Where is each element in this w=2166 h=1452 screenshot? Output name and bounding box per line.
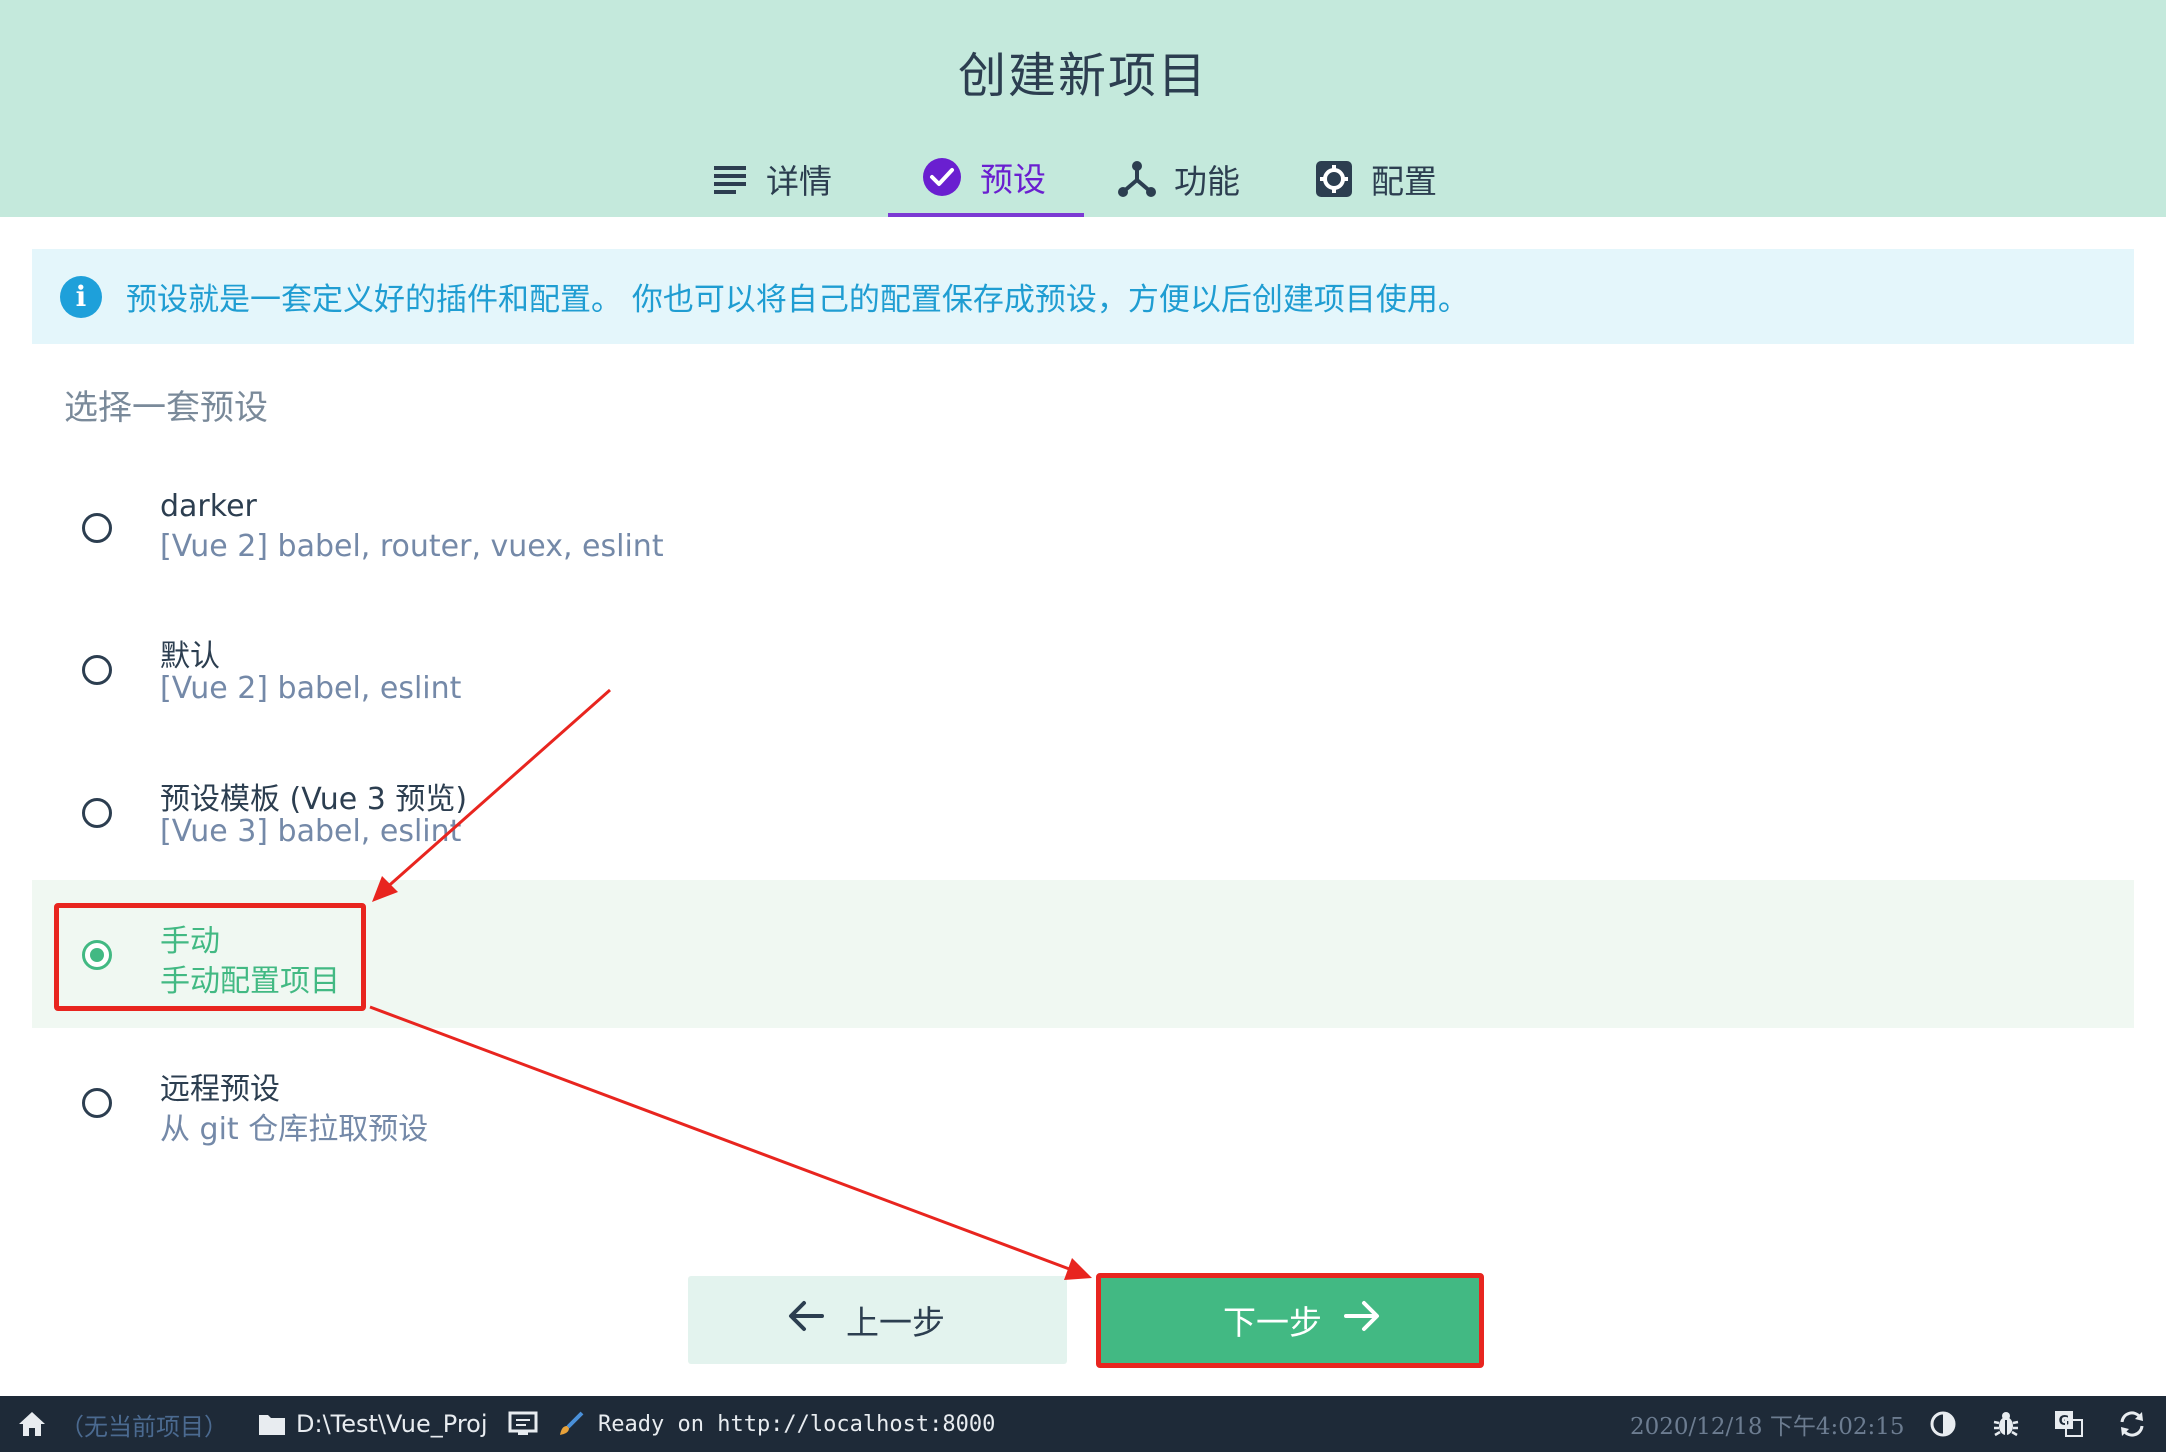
step-tabs: 详情 预设 功能 配置	[0, 140, 2166, 217]
preset-name: 远程预设	[160, 1072, 280, 1107]
tab-config[interactable]: 配置	[1315, 140, 1465, 217]
next-step-label: 下一步	[1223, 1303, 1322, 1342]
folder-icon[interactable]	[258, 1396, 286, 1452]
header: 创建新项目 详情 预设 功能 配置	[0, 0, 2166, 217]
page-title: 创建新项目	[957, 48, 1208, 104]
log-message[interactable]: Ready on http://localhost:8000	[598, 1396, 995, 1452]
tab-features[interactable]: 功能	[1118, 140, 1268, 217]
preset-option-default[interactable]: 默认 [Vue 2] babel, eslint	[32, 595, 2134, 743]
radio-button[interactable]	[82, 513, 112, 543]
preset-name: 手动	[160, 924, 220, 959]
info-icon: i	[60, 275, 102, 318]
preset-option-vue3-template[interactable]: 预设模板 (Vue 3 预览) [Vue 3] babel, eslint	[32, 738, 2134, 886]
previous-step-button[interactable]: 上一步	[688, 1276, 1067, 1364]
tab-label: 功能	[1174, 161, 1240, 201]
info-banner: i 预设就是一套定义好的插件和配置。 你也可以将自己的配置保存成预设，方便以后创…	[32, 249, 2134, 344]
preset-option-remote[interactable]: 远程预设 从 git 仓库拉取预设	[32, 1028, 2134, 1176]
bug-icon[interactable]	[1992, 1396, 2020, 1452]
info-text: 预设就是一套定义好的插件和配置。 你也可以将自己的配置保存成预设，方便以后创建项…	[126, 282, 1469, 318]
project-path[interactable]: D:\Test\Vue_Proj	[296, 1396, 488, 1452]
tab-label: 详情	[766, 161, 832, 201]
status-bar: （无当前项目） D:\Test\Vue_Proj Ready on http:/…	[0, 1396, 2166, 1452]
refresh-icon[interactable]	[2118, 1396, 2146, 1452]
preset-desc: [Vue 3] babel, eslint	[160, 814, 462, 849]
check-circle-icon	[922, 157, 962, 197]
radio-button[interactable]	[82, 655, 112, 685]
preset-name: darker	[160, 489, 257, 524]
console-icon[interactable]	[508, 1396, 538, 1452]
next-step-button[interactable]: 下一步	[1099, 1276, 1482, 1364]
preset-option-manual[interactable]: 手动 手动配置项目	[32, 880, 2134, 1028]
tab-label: 预设	[980, 159, 1046, 199]
preset-option-darker[interactable]: darker [Vue 2] babel, router, vuex, esli…	[32, 453, 2134, 601]
preset-desc: 从 git 仓库拉取预设	[160, 1112, 429, 1147]
tab-presets[interactable]: 预设	[888, 140, 1084, 217]
brush-icon	[558, 1396, 584, 1452]
tab-details[interactable]: 详情	[712, 140, 862, 217]
preset-desc: 手动配置项目	[160, 964, 340, 999]
preset-name: 预设模板 (Vue 3 预览)	[160, 782, 468, 817]
dark-mode-icon[interactable]	[1930, 1396, 1956, 1452]
gear-icon	[1315, 160, 1353, 198]
tab-label: 配置	[1371, 161, 1437, 201]
radio-button[interactable]	[82, 940, 112, 970]
section-title: 选择一套预设	[64, 388, 268, 428]
fork-icon	[1118, 160, 1156, 198]
svg-text:G: G	[2059, 1414, 2070, 1429]
arrow-left-icon	[788, 1299, 824, 1341]
translate-icon[interactable]: G	[2054, 1396, 2084, 1452]
list-icon	[712, 163, 748, 195]
no-project-label[interactable]: （无当前项目）	[60, 1396, 228, 1452]
preset-desc: [Vue 2] babel, router, vuex, eslint	[160, 529, 664, 564]
preset-desc: [Vue 2] babel, eslint	[160, 671, 462, 706]
radio-button[interactable]	[82, 1088, 112, 1118]
previous-step-label: 上一步	[846, 1303, 945, 1342]
preset-name: 默认	[160, 639, 220, 674]
home-icon[interactable]	[18, 1396, 46, 1452]
timestamp: 2020/12/18 下午4:02:15	[1630, 1414, 1905, 1440]
radio-button[interactable]	[82, 798, 112, 828]
arrow-right-icon	[1344, 1299, 1380, 1341]
